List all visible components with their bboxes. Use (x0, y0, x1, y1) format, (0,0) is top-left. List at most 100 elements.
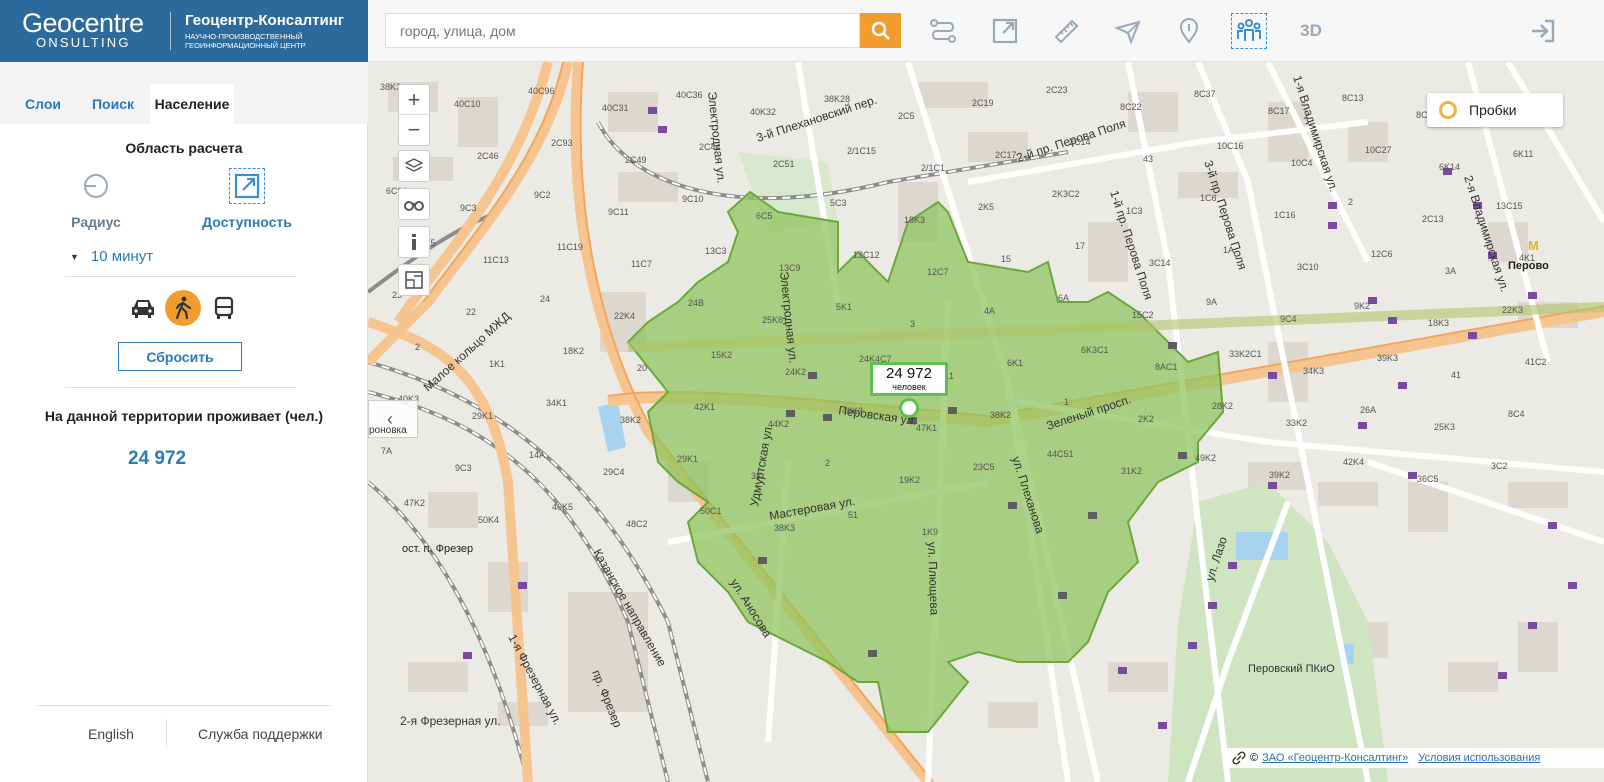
building-number-label: 10C4 (1291, 158, 1313, 168)
terms-link[interactable]: Условия использования (1418, 752, 1540, 764)
company-name: Геоцентр-Консалтинг (185, 12, 345, 29)
building-number-label: 26A (1360, 405, 1376, 415)
divider (65, 387, 296, 388)
minimap-button[interactable] (399, 265, 429, 295)
mode-accessibility-option[interactable]: Доступность (197, 168, 297, 230)
building-number-label: 2C46 (477, 151, 499, 161)
building-number-label: 5C3 (830, 198, 847, 208)
building-number-label: 15K2 (711, 350, 732, 360)
park-label: Перовский ПКиО (1248, 663, 1335, 675)
tab-population[interactable]: Население (150, 84, 234, 124)
building-number-label: 2C49 (625, 155, 647, 165)
zoom-controls: + − (398, 84, 430, 146)
building-number-label: 9C4 (1280, 314, 1297, 324)
building-number-label: 33 (751, 471, 761, 481)
ruler-icon (1054, 19, 1079, 44)
transport-walk-button[interactable] (165, 290, 201, 326)
building-number-label: 28K2 (1212, 401, 1233, 411)
street-label: 2-я Фрезерная ул. (400, 714, 501, 728)
building-number-label: 46K5 (552, 502, 573, 512)
layers-button[interactable] (399, 151, 429, 181)
population-marker[interactable]: 24 972 человек (870, 362, 948, 396)
collapse-sidebar-button[interactable]: ‹ роновка (368, 400, 418, 438)
send-icon (1114, 20, 1141, 45)
info-button[interactable] (399, 227, 429, 257)
building-number-label: 8C13 (1342, 93, 1364, 103)
building-number-label: 33K2 (1286, 418, 1307, 428)
3d-toggle-button[interactable]: 3D (1293, 13, 1329, 49)
ruler-tool-button[interactable] (1048, 13, 1084, 49)
building-number-label: 1A (1223, 245, 1234, 255)
building-number-label: 29C4 (603, 467, 625, 477)
building-number-label: 3C10 (1297, 262, 1319, 272)
zoom-out-button[interactable]: − (399, 115, 429, 145)
reset-button[interactable]: Сбросить (118, 342, 242, 371)
building-number-label: 29K1 (472, 411, 493, 421)
attribution-link[interactable]: ЗАО «Геоцентр-Консалтинг» (1262, 752, 1408, 764)
population-tool-button[interactable] (1231, 13, 1267, 49)
map-attribution: © ЗАО «Геоцентр-Консалтинг» Условия испо… (1226, 748, 1604, 768)
zoom-in-button[interactable]: + (399, 85, 429, 115)
building-number-label: 24K2 (785, 367, 806, 377)
building-number-label: 8C37 (1194, 89, 1216, 99)
building-number-label: 13C3 (705, 246, 727, 256)
send-tool-button[interactable] (1110, 13, 1146, 49)
building-number-label: 12C7 (927, 267, 949, 277)
search-button[interactable] (860, 13, 901, 48)
share-tool-button[interactable] (987, 13, 1023, 49)
footer-separator (166, 719, 167, 747)
login-button[interactable] (1525, 13, 1561, 49)
transport-bus-button[interactable] (206, 290, 242, 326)
building-number-label: 2C93 (551, 138, 573, 148)
building-number-label: 2C51 (773, 159, 795, 169)
mode-radius-option[interactable]: Радиус (60, 168, 132, 230)
building-number-label: 2 (1348, 197, 1353, 207)
building-number-label: 42K1 (694, 402, 715, 412)
tab-search[interactable]: Поиск (82, 84, 144, 124)
company-logo[interactable]: Geocentre ONSULTING Геоцентр-Консалтинг … (0, 0, 368, 62)
building-number-label: 11C13 (483, 255, 509, 265)
building-number-label: 13C12 (853, 250, 880, 260)
center-point-handle[interactable] (899, 398, 919, 418)
layer-control (398, 150, 430, 182)
address-search-input[interactable] (385, 13, 860, 48)
building-number-label: 9A (1206, 297, 1217, 307)
support-link[interactable]: Служба поддержки (198, 726, 323, 742)
time-dropdown[interactable]: ▼ 10 минут (70, 248, 153, 265)
building-number-label: 25K6 (762, 315, 783, 325)
building-number-label: 36C5 (1417, 474, 1439, 484)
tab-layers[interactable]: Слои (14, 84, 72, 124)
building-number-label: 40C96 (528, 86, 555, 96)
building-number-label: 38K2 (990, 410, 1011, 420)
building-number-label: 2C19 (972, 98, 994, 108)
building-number-label: 9C2 (534, 190, 551, 200)
building-number-label: 9C10 (682, 194, 704, 204)
building-number-label: 40C10 (454, 99, 481, 109)
route-tool-button[interactable] (925, 13, 961, 49)
pond (1236, 532, 1288, 560)
binoculars-control (398, 188, 430, 220)
language-link[interactable]: English (88, 726, 134, 742)
building-number-label: 24B (688, 298, 704, 308)
info-control (398, 226, 430, 258)
building-number-label: 46K3 (842, 406, 863, 416)
building-number-label: 8C22 (1120, 102, 1142, 112)
layers-icon (405, 158, 423, 172)
building-number-label: 50C1 (700, 506, 722, 516)
marker-unit: человек (892, 382, 926, 392)
copyright-sign: © (1250, 752, 1259, 764)
building-number-label: 25K3 (1434, 422, 1455, 432)
building-number-label: 11C19 (557, 242, 583, 252)
logo-divider (170, 12, 171, 50)
building-number-label: 19K2 (899, 475, 920, 485)
traffic-toggle[interactable]: Пробки (1427, 93, 1563, 127)
building-number-label: 2K5 (978, 202, 994, 212)
map-view[interactable]: Перовская ул. Электродная ул. Зеленый пр… (368, 62, 1604, 782)
binoculars-button[interactable] (399, 189, 429, 219)
building-number-label: 34K1 (546, 398, 567, 408)
pin-tool-button[interactable] (1171, 13, 1207, 49)
building-number-label: 2/1C1 (921, 163, 945, 173)
car-icon (132, 300, 154, 318)
transport-car-button[interactable] (125, 290, 161, 326)
building-number-label: 1C6 (1200, 193, 1217, 203)
